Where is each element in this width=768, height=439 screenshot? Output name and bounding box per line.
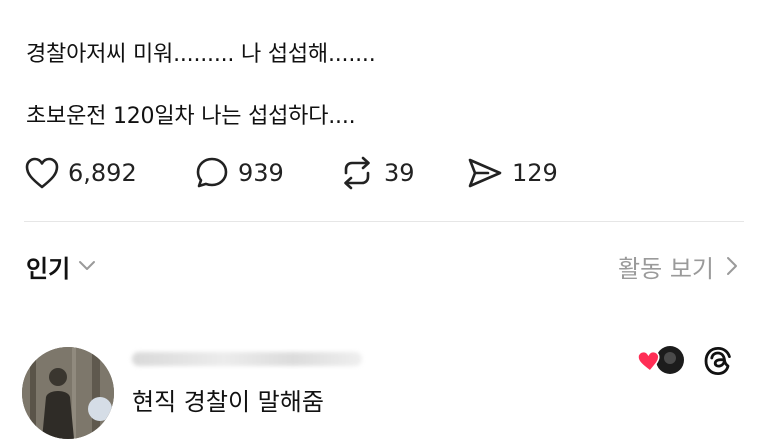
view-activity-button[interactable]: 활동 보기 — [618, 244, 738, 288]
post-text-line-2: 초보운전 120일차 나는 섭섭하다.... — [26, 104, 356, 129]
sort-label: 인기 — [26, 254, 71, 283]
chevron-down-icon — [79, 261, 96, 270]
avatar-photo — [22, 347, 114, 439]
comment-count: 939 — [238, 159, 284, 187]
repost-arrows-icon — [344, 156, 370, 190]
like-button[interactable]: 6,892 — [24, 153, 137, 193]
reply-text: 현직 경찰이 말해줌 — [132, 388, 324, 416]
post-text-line-1: 경찰아저씨 미워......... 나 섭섭해....... — [26, 42, 376, 67]
repost-button[interactable]: 39 — [338, 153, 415, 193]
view-activity-label: 활동 보기 — [618, 254, 714, 283]
red-heart-icon — [637, 350, 660, 373]
username-blurred — [132, 352, 362, 366]
avatar[interactable] — [22, 347, 114, 439]
share-button[interactable]: 129 — [466, 153, 558, 193]
reply-item[interactable]: 현직 경찰이 말해줌 — [0, 340, 768, 439]
sort-dropdown[interactable]: 인기 — [26, 244, 96, 288]
chevron-right-icon — [727, 257, 737, 275]
speech-bubble-icon — [196, 157, 228, 188]
comment-button[interactable]: 939 — [194, 153, 284, 193]
section-divider — [24, 221, 744, 222]
heart-outline-icon — [25, 157, 59, 189]
repost-count: 39 — [384, 159, 415, 187]
liked-by-author-badge — [637, 346, 684, 374]
replies-header: 인기 활동 보기 — [24, 244, 738, 288]
post-action-bar: 6,892 939 39 129 — [24, 153, 644, 193]
like-count: 6,892 — [68, 159, 137, 187]
share-count: 129 — [512, 159, 558, 187]
threads-logo-icon[interactable] — [702, 345, 734, 377]
paper-plane-icon — [468, 158, 502, 188]
